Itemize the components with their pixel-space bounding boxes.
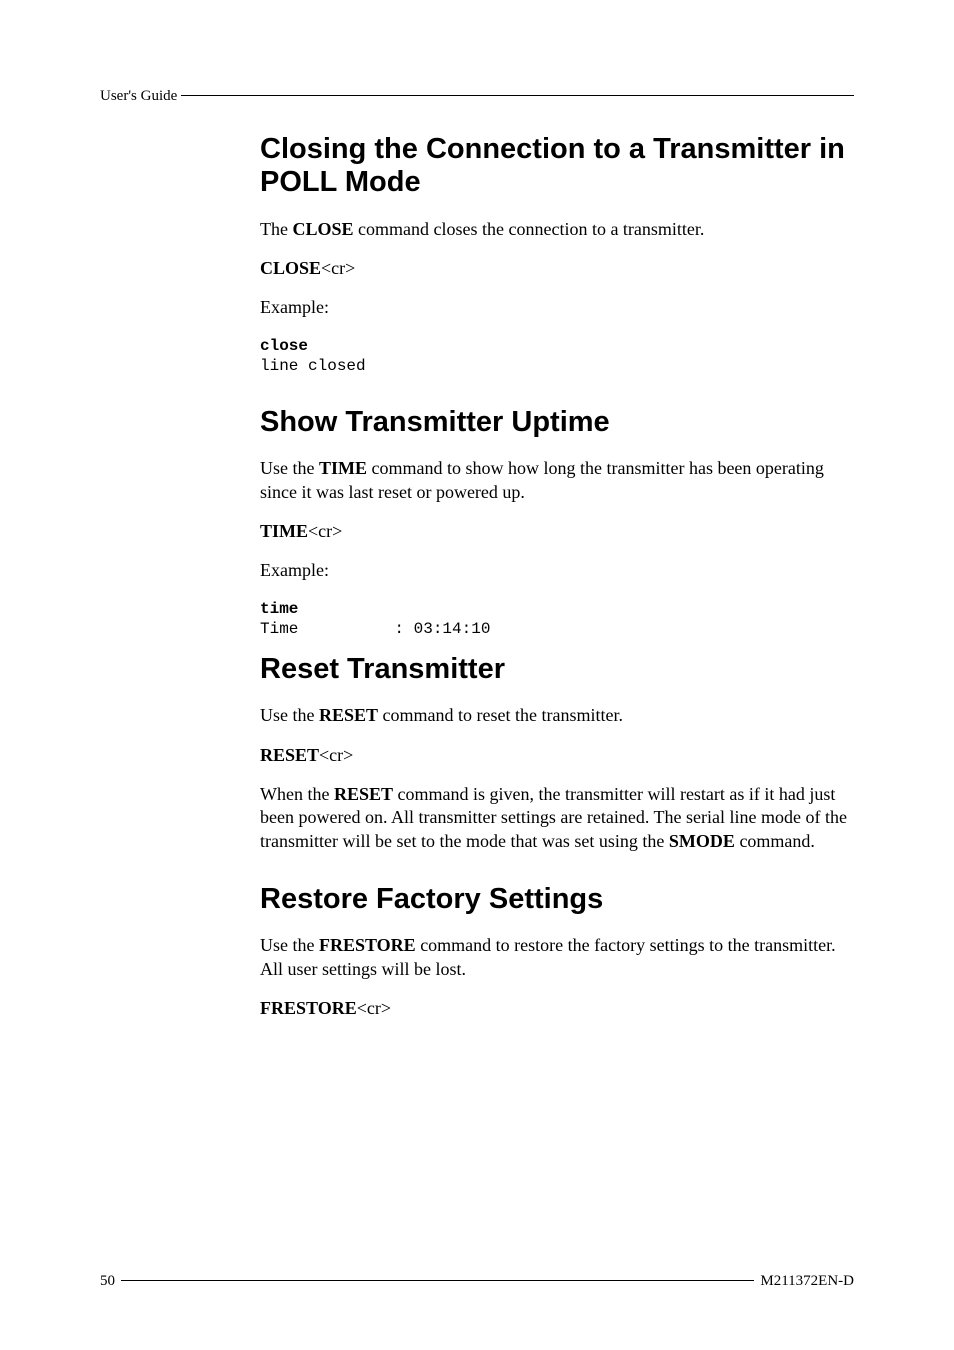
page-footer: 50 M211372EN-D (100, 1273, 854, 1290)
reset-command-syntax: RESET<cr> (260, 744, 854, 767)
footer-rule (121, 1280, 754, 1281)
close-command-syntax: CLOSE<cr> (260, 257, 854, 280)
section-title-uptime: Show Transmitter Uptime (260, 406, 854, 439)
section-restore-p1: Use the FRESTORE command to restore the … (260, 934, 854, 981)
time-terminal: time Time : 03:14:10 (260, 599, 854, 639)
section-title-reset: Reset Transmitter (260, 653, 854, 686)
section-title-restore: Restore Factory Settings (260, 883, 854, 916)
close-example-label: Example: (260, 296, 854, 319)
page-header: User's Guide (100, 88, 854, 105)
page-number: 50 (100, 1273, 115, 1290)
section-close-p1: The CLOSE command closes the connection … (260, 218, 854, 241)
frestore-command-syntax: FRESTORE<cr> (260, 997, 854, 1020)
page: User's Guide Closing the Connection to a… (0, 0, 954, 1350)
time-command-syntax: TIME<cr> (260, 520, 854, 543)
section-reset-p2: When the RESET command is given, the tra… (260, 783, 854, 853)
section-uptime-p1: Use the TIME command to show how long th… (260, 457, 854, 504)
doc-id: M211372EN-D (760, 1273, 854, 1290)
content: Closing the Connection to a Transmitter … (260, 133, 854, 1021)
section-title-close: Closing the Connection to a Transmitter … (260, 133, 854, 200)
section-reset-p1: Use the RESET command to reset the trans… (260, 704, 854, 727)
close-terminal: close line closed (260, 336, 854, 376)
header-label: User's Guide (100, 88, 177, 105)
header-rule (181, 95, 854, 96)
time-example-label: Example: (260, 559, 854, 582)
